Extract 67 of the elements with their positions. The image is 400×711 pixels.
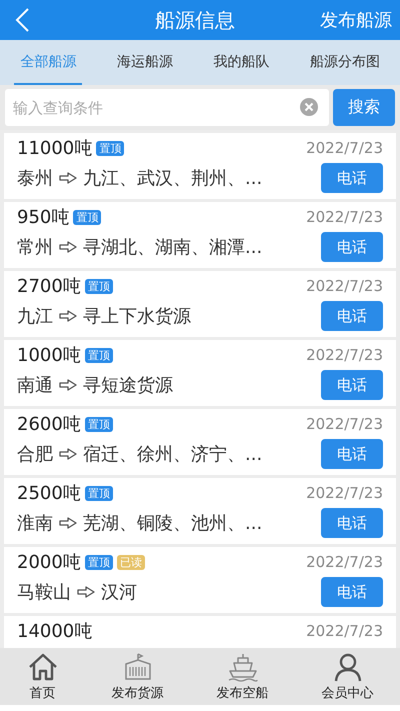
call-button[interactable]: 电话 — [321, 439, 383, 469]
arrow-icon — [59, 310, 77, 322]
origin-port: 马鞍山 — [17, 581, 71, 604]
nav-item[interactable]: 发布货源 — [108, 648, 168, 705]
tab[interactable]: 我的船队 — [207, 40, 276, 85]
nav-item[interactable]: 会员中心 — [318, 648, 378, 705]
pinned-tag: 置顶 — [96, 140, 124, 156]
arrow-icon — [59, 172, 77, 184]
home-icon — [26, 652, 58, 682]
arrow-icon — [59, 241, 77, 253]
tonnage: 14000吨 — [17, 620, 92, 643]
tab[interactable]: 海运船源 — [110, 40, 179, 85]
pinned-tag: 置顶 — [84, 486, 113, 500]
clear-icon[interactable] — [299, 97, 319, 117]
destination: 九江、武汉、荆州、... — [83, 167, 262, 190]
tonnage: 2600吨 — [17, 413, 81, 436]
origin-port: 泰州 — [17, 167, 53, 190]
tonnage: 1000吨 — [17, 344, 81, 367]
destination: 芜湖、铜陵、池州、... — [83, 512, 262, 535]
pinned-tag: 置顶 — [84, 416, 113, 432]
origin-port: 九江 — [17, 305, 53, 328]
origin-port: 南通 — [17, 374, 53, 397]
call-button[interactable]: 电话 — [321, 301, 383, 331]
publish-link[interactable]: 发布船源 — [320, 8, 392, 32]
destination: 寻上下水货源 — [83, 305, 191, 328]
destination: 宿迁、徐州、济宁、... — [83, 443, 262, 466]
arrow-icon — [77, 586, 95, 598]
listing-date: 2022/7/23 — [306, 484, 383, 502]
destination: 寻湖北、湖南、湘潭... — [83, 236, 262, 259]
origin-port: 合肥 — [17, 443, 53, 466]
tonnage: 2500吨 — [17, 482, 81, 505]
listing-date: 2022/7/23 — [306, 346, 383, 364]
origin-port: 淮南 — [17, 512, 53, 535]
listing-date: 2022/7/23 — [306, 553, 383, 571]
arrow-icon — [59, 517, 77, 529]
nav-item[interactable]: 发布空船 — [212, 648, 272, 705]
tab[interactable]: 船源分布图 — [304, 40, 386, 85]
back-icon[interactable] — [14, 7, 30, 33]
tonnage: 11000吨 — [17, 137, 92, 160]
arrow-icon — [59, 379, 77, 391]
arrow-icon — [59, 448, 77, 460]
call-button[interactable]: 电话 — [321, 232, 383, 262]
listing-date: 2022/7/23 — [306, 415, 383, 433]
listing-date: 2022/7/23 — [306, 277, 383, 295]
ship-icon — [226, 652, 258, 682]
pinned-tag: 置顶 — [73, 210, 102, 224]
listing-date: 2022/7/23 — [306, 622, 383, 640]
tonnage: 2700吨 — [17, 275, 81, 298]
destination: 寻短途货源 — [83, 374, 173, 397]
page-title: 船源信息 — [155, 6, 235, 34]
pinned-tag: 置顶 — [84, 348, 113, 362]
nav-item[interactable]: 首页 — [22, 648, 62, 705]
pinned-tag: 置顶 — [84, 554, 113, 570]
listing-date: 2022/7/23 — [306, 139, 383, 157]
search-field[interactable]: 输入查询条件 — [5, 89, 329, 126]
call-button[interactable]: 电话 — [321, 163, 383, 193]
call-button[interactable]: 电话 — [321, 577, 383, 607]
call-button[interactable]: 电话 — [321, 370, 383, 400]
tonnage: 950吨 — [17, 206, 70, 229]
pinned-tag: 置顶 — [84, 278, 113, 294]
call-button[interactable]: 电话 — [321, 508, 383, 538]
listing-date: 2022/7/23 — [306, 208, 383, 226]
read-tag: 已读 — [116, 554, 145, 570]
tonnage: 2000吨 — [17, 551, 81, 574]
search-button[interactable]: 搜索 — [333, 89, 395, 126]
destination: 汉河 — [101, 581, 137, 604]
origin-port: 常州 — [17, 236, 53, 259]
